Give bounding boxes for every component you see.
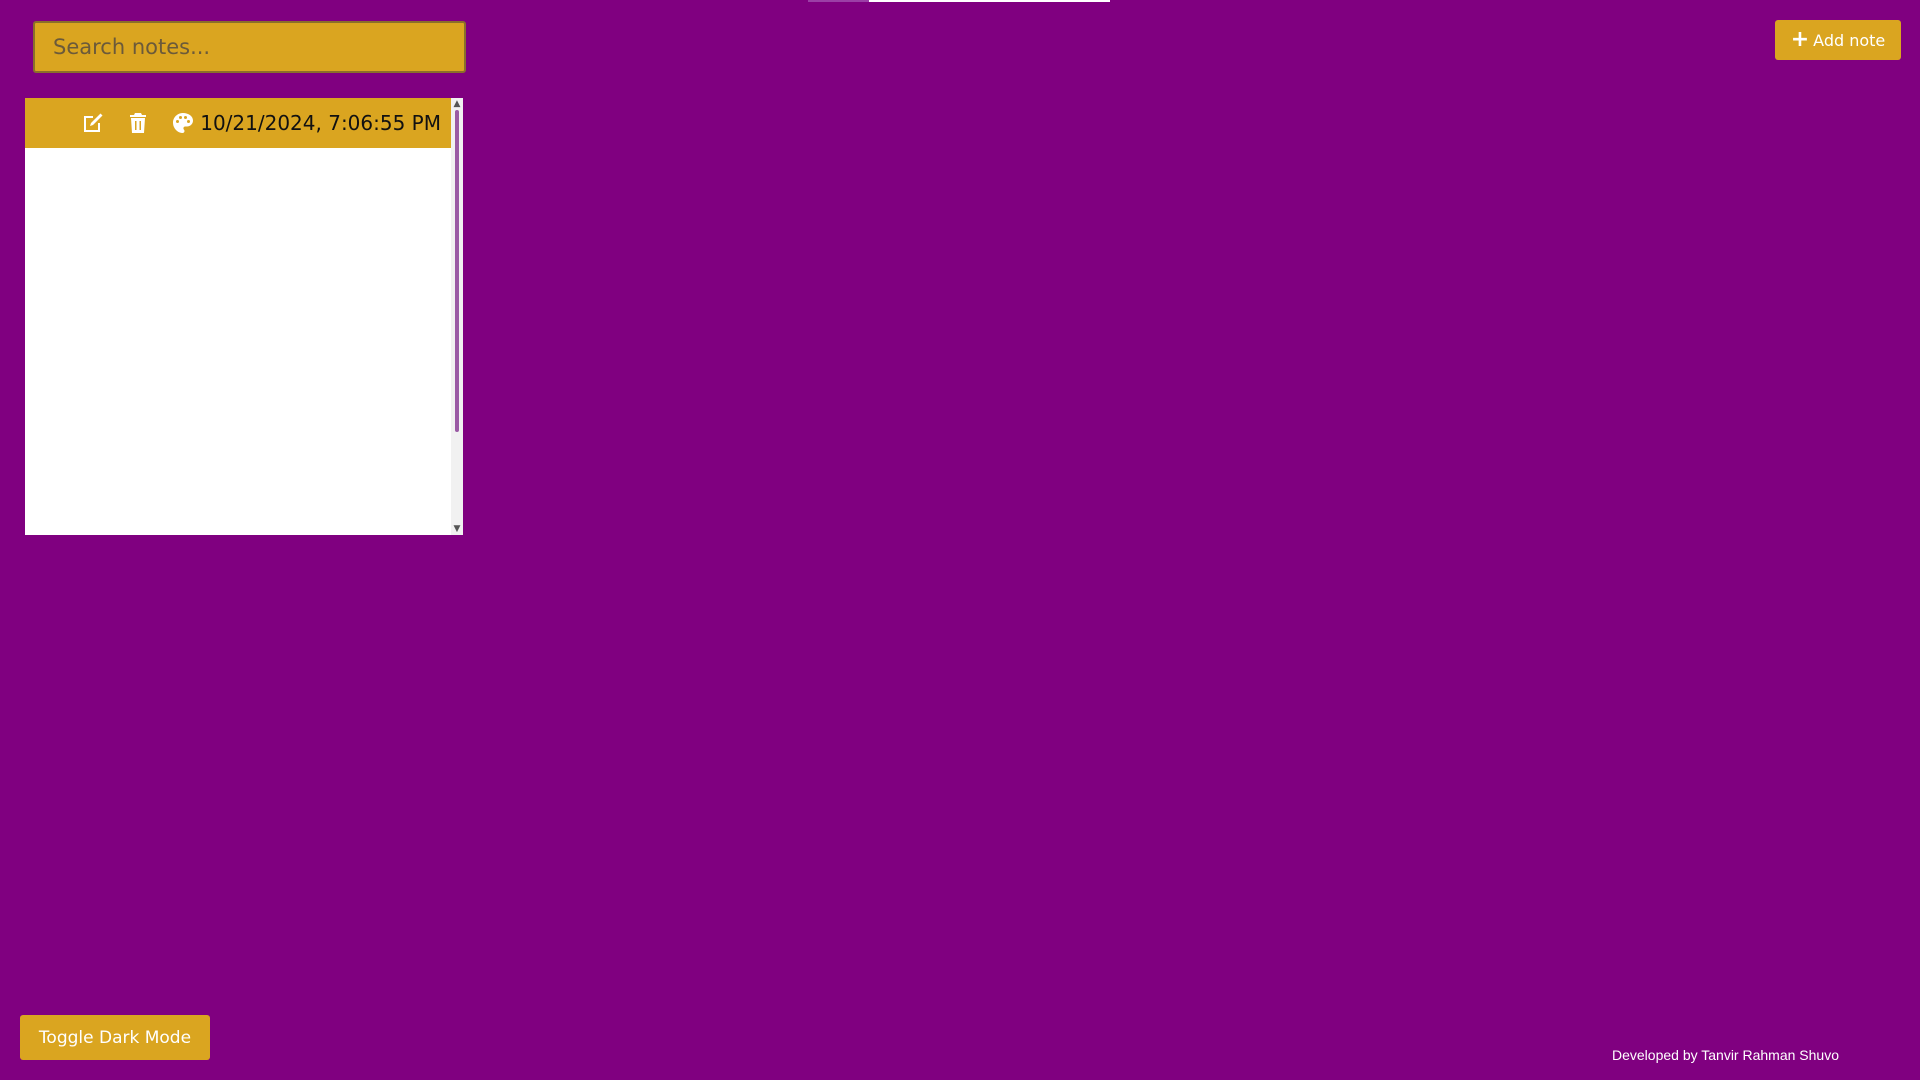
note-date: 10/21/2024, 7:06:55 PM [200,111,441,135]
scroll-thumb[interactable] [455,110,459,432]
plus-icon: + [1790,27,1810,52]
search-input[interactable] [33,21,466,73]
scroll-down-arrow-icon[interactable]: ▼ [453,525,461,534]
developer-credit: Developed by Tanvir Rahman Shuvo [1612,1047,1839,1063]
trash-icon[interactable] [125,110,151,136]
note-card: 10/21/2024, 7:06:55 PM ▲ ▼ [25,98,463,535]
add-note-label: Add note [1813,30,1886,50]
edit-icon[interactable] [80,110,106,136]
add-note-button[interactable]: + Add note [1775,20,1901,60]
top-progress-strip [808,0,1110,2]
palette-icon[interactable] [170,110,196,136]
note-toolbar: 10/21/2024, 7:06:55 PM [25,98,451,148]
note-textarea[interactable] [25,148,451,535]
toggle-dark-mode-button[interactable]: Toggle Dark Mode [20,1015,210,1060]
scroll-up-arrow-icon[interactable]: ▲ [453,100,461,109]
note-scrollbar[interactable]: ▲ ▼ [451,98,463,535]
page: + Add note 10/21/2024, 7:06 [0,0,1920,1080]
top-progress-strip-highlight [869,0,1110,2]
